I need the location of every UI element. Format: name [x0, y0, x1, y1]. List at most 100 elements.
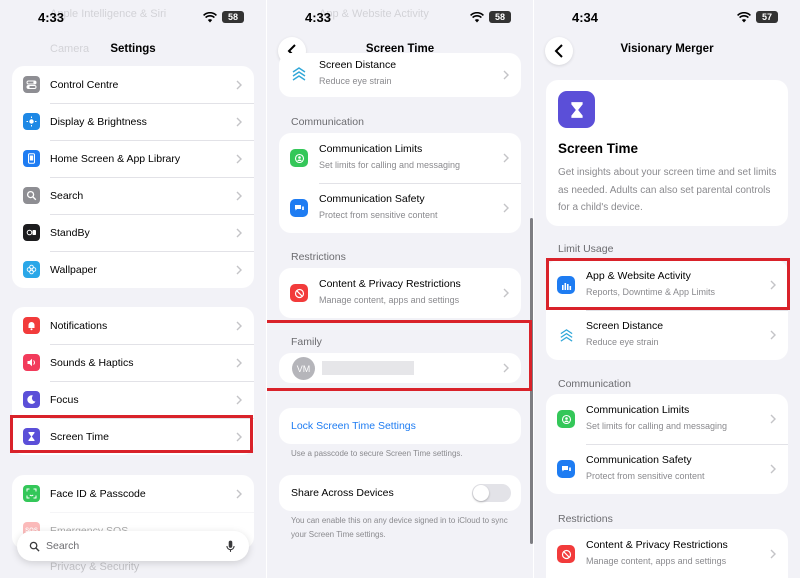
communication-group: Communication Limits Set limits for call… — [279, 133, 521, 233]
battery-indicator: 57 — [756, 11, 778, 23]
hero-title: Screen Time — [558, 141, 639, 156]
section-header-family: Family — [291, 336, 322, 348]
wifi-icon — [203, 11, 217, 22]
hero-description: Get insights about your screen time and … — [558, 167, 777, 213]
row-subtitle: Set limits for calling and messaging — [319, 160, 461, 170]
chevron-right-icon — [770, 464, 776, 474]
settings-item-label: Focus — [50, 393, 79, 406]
communication-safety-row[interactable]: Communication Safety Protect from sensit… — [279, 183, 521, 233]
row-title: Communication Limits — [586, 404, 690, 416]
settings-item-sounds-haptics[interactable]: Sounds & Haptics — [12, 344, 254, 381]
lock-settings-row[interactable]: Lock Screen Time Settings — [279, 408, 521, 444]
comm-limits-icon — [557, 410, 575, 428]
row-subtitle: Protect from sensitive content — [586, 471, 705, 481]
microphone-icon[interactable] — [226, 540, 235, 553]
settings-item-search[interactable]: Search — [12, 177, 254, 214]
display-sun-icon — [23, 113, 40, 130]
chevron-right-icon — [503, 363, 509, 373]
chevron-right-icon — [236, 358, 242, 367]
section-header-communication: Communication — [558, 378, 631, 390]
limit-usage-group: App & Website Activity Reports, Downtime… — [546, 260, 788, 360]
family-member-row[interactable]: VM — [279, 353, 521, 383]
share-footnote: You can enable this on any device signed… — [291, 516, 508, 539]
app-website-activity-row[interactable]: App & Website Activity Reports, Downtime… — [546, 260, 788, 310]
settings-item-screen-time[interactable]: Screen Time — [12, 418, 254, 455]
faded-row-label: App & Website Activity — [319, 8, 429, 20]
row-subtitle: Reports, Downtime & App Limits — [586, 287, 716, 297]
share-label: Share Across Devices — [291, 487, 394, 499]
settings-item-label: Wallpaper — [50, 263, 97, 276]
settings-item-home-screen[interactable]: Home Screen & App Library — [12, 140, 254, 177]
bell-icon — [23, 317, 40, 334]
communication-group: Communication Limits Set limits for call… — [546, 394, 788, 494]
section-header-restrictions: Restrictions — [291, 251, 346, 263]
activity-chart-icon — [557, 276, 575, 294]
chevron-right-icon — [770, 330, 776, 340]
lock-footnote: Use a passcode to secure Screen Time set… — [291, 449, 463, 458]
settings-item-label: Notifications — [50, 319, 108, 332]
communication-limits-row[interactable]: Communication Limits Set limits for call… — [279, 133, 521, 183]
faded-row-label: Privacy & Security — [50, 561, 140, 573]
share-across-devices-row: Share Across Devices — [279, 475, 521, 511]
chevron-right-icon — [236, 80, 242, 89]
chevron-right-icon — [236, 191, 242, 200]
chevron-right-icon — [770, 414, 776, 424]
face-id-icon — [23, 485, 40, 502]
wallpaper-flower-icon — [23, 261, 40, 278]
settings-item-wallpaper[interactable]: Wallpaper — [12, 251, 254, 288]
section-header-communication: Communication — [291, 116, 364, 128]
settings-item-display-brightness[interactable]: Display & Brightness — [12, 103, 254, 140]
screen-distance-card[interactable]: Screen Distance Reduce eye strain — [279, 53, 521, 97]
control-centre-icon — [23, 76, 40, 93]
chevron-right-icon — [236, 154, 242, 163]
avatar: VM — [292, 357, 315, 380]
page-title: Visionary Merger — [620, 43, 714, 55]
status-time: 4:34 — [572, 10, 599, 25]
settings-item-focus[interactable]: Focus — [12, 381, 254, 418]
settings-panel: 4:33 58 Apple Intelligence & Siri Camera… — [0, 0, 266, 578]
chevron-right-icon — [770, 549, 776, 559]
wifi-icon — [470, 11, 484, 22]
section-header-restrictions: Restrictions — [558, 513, 613, 525]
share-toggle[interactable] — [472, 484, 511, 502]
row-subtitle: Manage content, apps and settings — [586, 556, 727, 566]
search-bar[interactable]: Search — [17, 531, 249, 561]
row-title: Communication Safety — [586, 454, 692, 466]
page-title: Settings — [110, 43, 156, 55]
restrictions-group: Content & Privacy Restrictions Manage co… — [279, 268, 521, 318]
settings-group-notifications: Notifications Sounds & Haptics Focus Scr… — [12, 307, 254, 455]
settings-item-label: Screen Time — [50, 430, 109, 443]
content-privacy-row[interactable]: Content & Privacy Restrictions Manage co… — [546, 529, 788, 578]
home-screen-icon — [23, 150, 40, 167]
battery-indicator: 58 — [489, 11, 511, 23]
restriction-icon — [290, 284, 308, 302]
settings-item-standby[interactable]: StandBy — [12, 214, 254, 251]
settings-item-control-centre[interactable]: Control Centre — [12, 66, 254, 103]
settings-item-face-id[interactable]: Face ID & Passcode — [12, 475, 254, 512]
row-title: Communication Limits — [319, 143, 423, 155]
chevron-right-icon — [236, 489, 242, 498]
communication-safety-row[interactable]: Communication Safety Protect from sensit… — [546, 444, 788, 494]
hourglass-icon — [558, 91, 595, 128]
chevron-right-icon — [770, 280, 776, 290]
content-privacy-row[interactable]: Content & Privacy Restrictions Manage co… — [279, 268, 521, 318]
settings-item-label: Search — [50, 189, 84, 202]
lock-settings-link[interactable]: Lock Screen Time Settings — [291, 420, 416, 432]
search-placeholder: Search — [46, 540, 80, 552]
screen-distance-row[interactable]: Screen Distance Reduce eye strain — [546, 310, 788, 360]
communication-limits-row[interactable]: Communication Limits Set limits for call… — [546, 394, 788, 444]
distance-icon — [291, 66, 307, 82]
row-subtitle: Set limits for calling and messaging — [586, 421, 728, 431]
screen-time-panel: 4:33 58 App & Website Activity Screen Ti… — [267, 0, 533, 578]
scrollbar[interactable] — [530, 218, 533, 544]
restriction-icon — [557, 545, 575, 563]
chevron-right-icon — [236, 265, 242, 274]
row-title: Content & Privacy Restrictions — [319, 278, 461, 290]
chevron-right-icon — [236, 321, 242, 330]
row-subtitle: Reduce eye strain — [586, 337, 659, 347]
row-title: Screen Distance — [586, 320, 664, 332]
settings-item-label: StandBy — [50, 226, 90, 239]
restrictions-group: Content & Privacy Restrictions Manage co… — [546, 529, 788, 578]
settings-item-notifications[interactable]: Notifications — [12, 307, 254, 344]
row-title: App & Website Activity — [586, 270, 691, 282]
